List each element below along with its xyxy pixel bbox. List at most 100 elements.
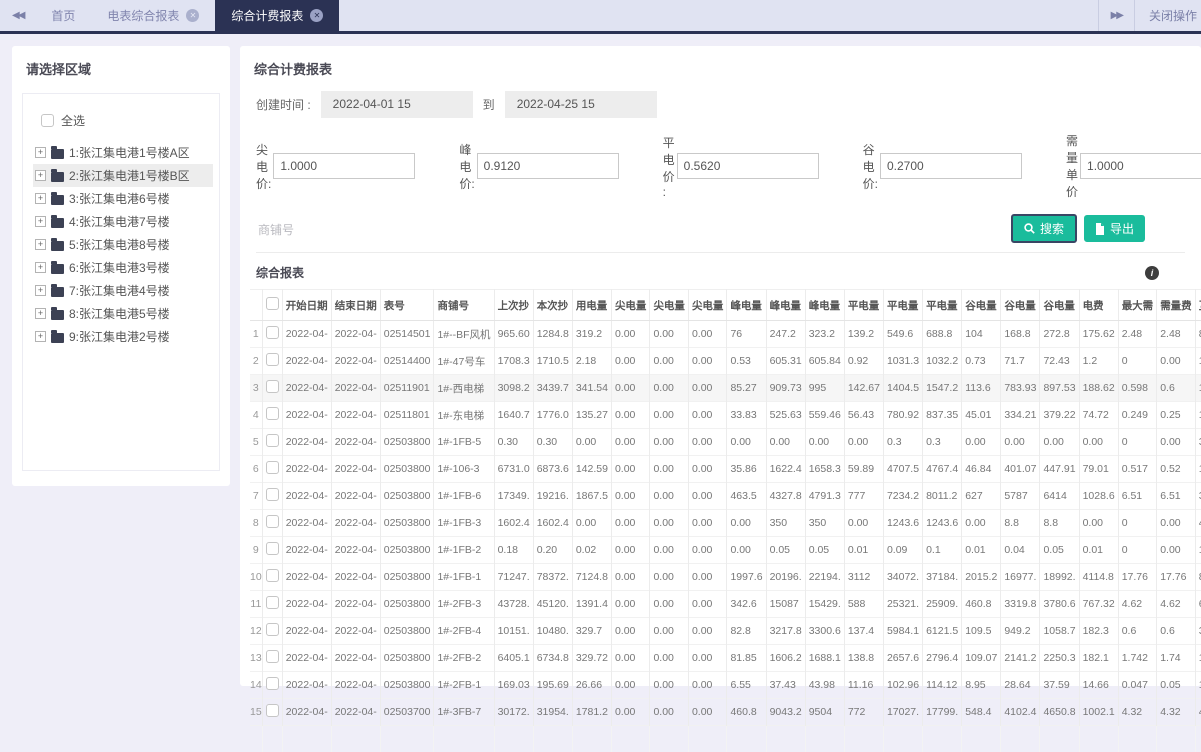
tree-item-4[interactable]: +4:张江集电港7号楼 (33, 210, 213, 233)
row-checkbox[interactable] (266, 353, 279, 366)
expand-icon[interactable]: + (35, 331, 46, 342)
row-checkbox[interactable] (266, 515, 279, 528)
collapse-tabs-icon[interactable]: ◀◀ (0, 0, 35, 31)
expand-icon[interactable]: + (35, 285, 46, 296)
table-row: 42022-04-2022-04-025118011#-东电梯1640.7177… (250, 402, 1201, 429)
row-checkbox[interactable] (266, 461, 279, 474)
table-cell: 4.32 (1157, 699, 1196, 726)
select-all-checkbox[interactable] (41, 114, 54, 127)
row-checkbox[interactable] (266, 488, 279, 501)
tab-0[interactable]: 首页 (35, 0, 91, 31)
row-checkbox[interactable] (266, 677, 279, 690)
peak-price-input[interactable] (477, 153, 619, 179)
expand-icon[interactable]: + (35, 170, 46, 181)
row-checkbox[interactable] (266, 326, 279, 339)
tree-item-6[interactable]: +6:张江集电港3号楼 (33, 256, 213, 279)
row-checkbox[interactable] (266, 650, 279, 663)
search-button[interactable]: 搜索 (1011, 214, 1077, 243)
table-cell: 1.742 (1118, 645, 1157, 672)
valley-price-input[interactable] (880, 153, 1022, 179)
row-checkbox[interactable] (266, 542, 279, 555)
table-cell (727, 726, 766, 752)
tab-1[interactable]: 电表综合报表✕ (91, 0, 215, 31)
row-checkbox[interactable] (266, 407, 279, 420)
tree-item-1[interactable]: +1:张江集电港1号楼A区 (33, 141, 213, 164)
expand-icon[interactable]: + (35, 147, 46, 158)
table-cell: 02503800 (380, 564, 434, 591)
row-checkbox[interactable] (266, 434, 279, 447)
table-section-title: 综合报表 (256, 264, 304, 281)
to-label: 到 (483, 96, 495, 113)
row-checkbox[interactable] (266, 623, 279, 636)
table-cell: 1 (1195, 402, 1201, 429)
table-cell: 2022-04- (282, 321, 331, 348)
table-cell: 949.2 (1001, 618, 1040, 645)
export-button[interactable]: 导出 (1084, 215, 1145, 242)
table-cell: 0.00 (650, 591, 689, 618)
tab-close-icon[interactable]: ✕ (310, 9, 323, 22)
table-cell: 0.00 (1079, 429, 1118, 456)
folder-icon (51, 287, 64, 297)
table-cell: 2022-04- (282, 564, 331, 591)
tree-item-2[interactable]: +2:张江集电港1号楼B区 (33, 164, 213, 187)
close-operations-menu[interactable]: 关闭操作 (1134, 0, 1201, 31)
table-cell: 0.00 (688, 321, 727, 348)
table-cell (262, 726, 282, 752)
tab-close-icon[interactable]: ✕ (186, 9, 199, 22)
table-cell: 02511901 (380, 375, 434, 402)
table-cell: 2.18 (572, 348, 611, 375)
info-icon[interactable]: i (1145, 266, 1159, 280)
row-checkbox[interactable] (266, 704, 279, 717)
table-cell: 0.00 (611, 402, 650, 429)
row-checkbox[interactable] (266, 569, 279, 582)
table-cell: 5984.1 (883, 618, 922, 645)
tab-bar: ◀◀ 首页电表综合报表✕综合计费报表✕ ▶▶ 关闭操作 (0, 0, 1201, 34)
table-cell: 0.30 (494, 429, 533, 456)
expand-icon[interactable]: + (35, 239, 46, 250)
table-cell: 319.2 (572, 321, 611, 348)
peak-price-field-group: 峰电价: (459, 141, 618, 192)
table-cell: 2015.2 (962, 564, 1001, 591)
sharp-price-input[interactable] (273, 153, 415, 179)
table-cell: 1 (1195, 456, 1201, 483)
scroll-tabs-right-icon[interactable]: ▶▶ (1098, 0, 1134, 31)
tree-item-3[interactable]: +3:张江集电港6号楼 (33, 187, 213, 210)
table-cell: 1#-1FB-2 (434, 537, 494, 564)
table-cell: 0.00 (650, 429, 689, 456)
table-cell: 02503700 (380, 699, 434, 726)
row-checkbox[interactable] (266, 380, 279, 393)
table-cell (923, 726, 962, 752)
expand-icon[interactable]: + (35, 308, 46, 319)
table-cell (962, 726, 1001, 752)
expand-icon[interactable]: + (35, 216, 46, 227)
date-to-field[interactable]: 2022-04-25 15 (505, 91, 657, 118)
tab-2[interactable]: 综合计费报表✕ (215, 0, 339, 31)
table-cell: 460.8 (727, 699, 766, 726)
empty-row (250, 726, 1201, 752)
row-number: 12 (250, 618, 262, 645)
table-cell: 995 (805, 375, 844, 402)
demand-price-input[interactable] (1080, 153, 1201, 179)
tree-item-9[interactable]: +9:张江集电港2号楼 (33, 325, 213, 348)
table-cell: 72.43 (1040, 348, 1079, 375)
expand-icon[interactable]: + (35, 262, 46, 273)
date-from-field[interactable]: 2022-04-01 15 (321, 91, 473, 118)
tree-item-8[interactable]: +8:张江集电港5号楼 (33, 302, 213, 325)
table-cell: 0.00 (688, 429, 727, 456)
table-cell: 627 (962, 483, 1001, 510)
table-cell: 772 (844, 699, 883, 726)
row-checkbox[interactable] (266, 596, 279, 609)
flat-price-input[interactable] (677, 153, 819, 179)
table-cell: 14.66 (1079, 672, 1118, 699)
expand-icon[interactable]: + (35, 193, 46, 204)
tree-item-5[interactable]: +5:张江集电港8号楼 (33, 233, 213, 256)
tree-item-7[interactable]: +7:张江集电港4号楼 (33, 279, 213, 302)
table-cell: 350 (766, 510, 805, 537)
table-cell: 2022-04- (282, 456, 331, 483)
shop-number-input[interactable] (256, 216, 900, 244)
table-cell: 1 (1195, 537, 1201, 564)
search-row: 搜索 导出 (256, 212, 1185, 253)
select-all-rows-checkbox[interactable] (266, 297, 279, 310)
table-cell: 3098.2 (494, 375, 533, 402)
table-cell: 0.00 (650, 375, 689, 402)
